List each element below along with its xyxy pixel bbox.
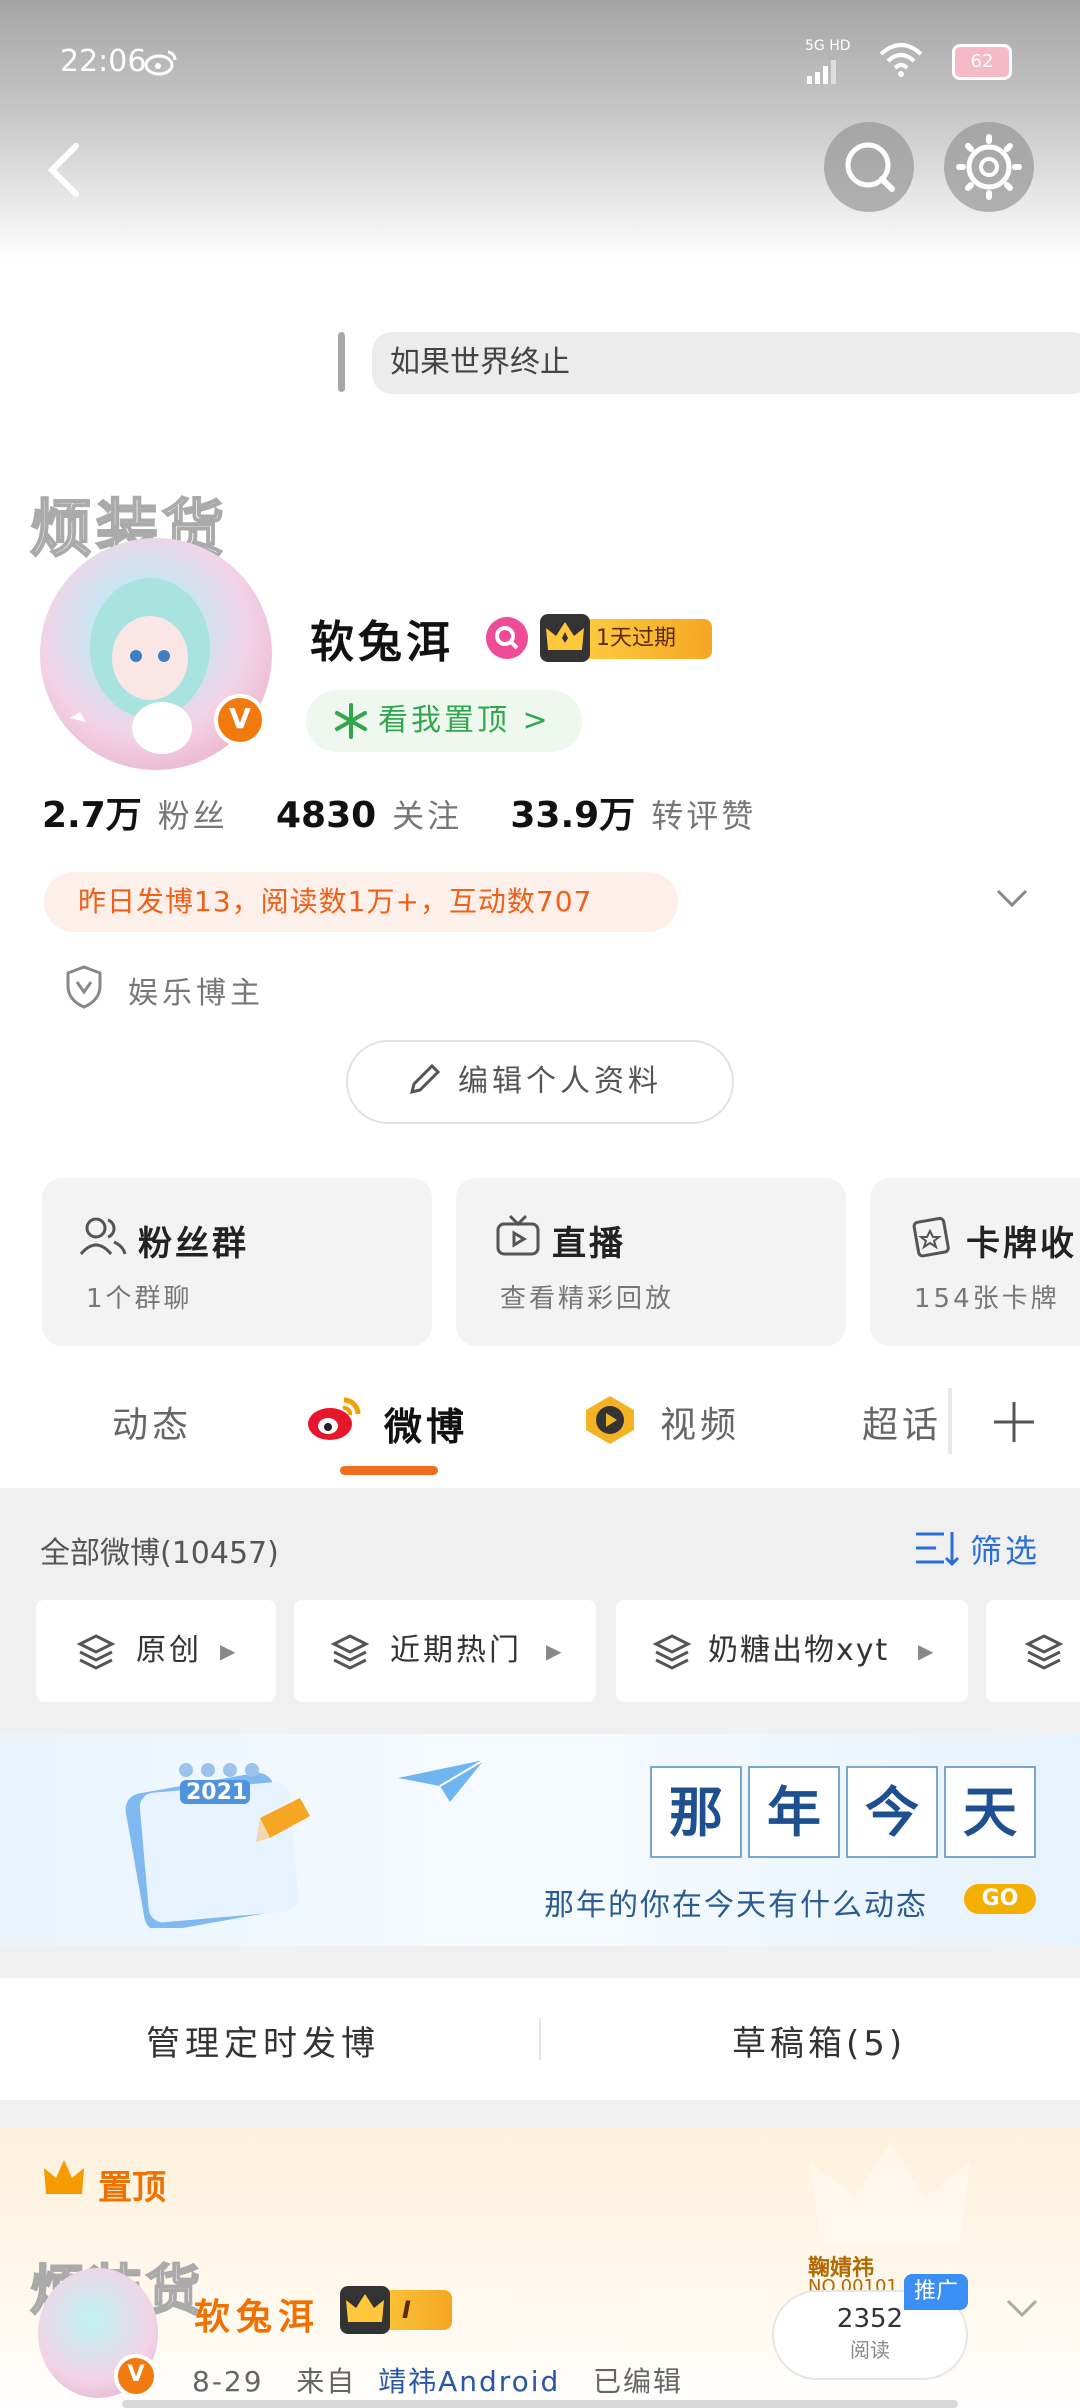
active-tab-indicator	[340, 1466, 438, 1475]
cards-card[interactable]: 卡牌收 154张卡牌	[870, 1178, 1080, 1346]
tab-weibo[interactable]: 微博	[384, 1396, 468, 1451]
weibo-logo-icon	[306, 1394, 362, 1448]
banner-char-1: 那	[650, 1766, 742, 1858]
home-indicator[interactable]	[122, 2400, 958, 2408]
pinned-title: 置顶	[98, 2168, 166, 2208]
read-label: 阅读	[850, 2338, 890, 2362]
search-button[interactable]	[824, 122, 914, 212]
chip-original[interactable]: 原创 ▶	[36, 1600, 276, 1702]
all-weibo-label: 全部微博(10457)	[40, 1536, 279, 1571]
group-icon	[79, 1217, 127, 1255]
pin-link-label: 看我置顶 >	[378, 703, 551, 738]
yesterday-summary[interactable]: 昨日发博13，阅读数1万+，互动数707	[44, 872, 678, 932]
paper-plane-icon	[396, 1758, 486, 1808]
card-title: 粉丝群	[138, 1224, 249, 1264]
likes-label: 转评赞	[651, 797, 757, 835]
post-edited: 已编辑	[593, 2365, 684, 2398]
card-sub: 1个群聊	[86, 1284, 193, 1314]
likes-count[interactable]: 33.9万	[510, 795, 635, 836]
card-title: 直播	[552, 1224, 626, 1264]
tab-supertopic[interactable]: 超话	[862, 1396, 942, 1448]
chip-recent-hot[interactable]: 近期热门 ▶	[294, 1600, 596, 1702]
banner-char-4: 天	[944, 1766, 1036, 1858]
chip-nougat[interactable]: 奶糖出物xyt ▶	[616, 1600, 968, 1702]
section-separator	[0, 2100, 1080, 2128]
caret-right-icon: ▶	[918, 1639, 937, 1663]
post-meta: 8-29 来自 靖祎Android 已编辑	[192, 2360, 683, 2400]
follow-label: 关注	[392, 797, 463, 835]
scheduled-posts-button[interactable]: 管理定时发博	[146, 2016, 380, 2065]
filter-button[interactable]: 筛选	[970, 1526, 1040, 1572]
post-crown-icon	[340, 2286, 390, 2334]
battery-icon: 62	[952, 44, 1012, 80]
post-from: 来自	[296, 2365, 357, 2398]
pin-crown-icon	[40, 2156, 88, 2204]
snowflake-icon	[332, 702, 370, 744]
signal-icon: 5G HD	[805, 38, 851, 86]
chevron-down-icon[interactable]	[994, 886, 1030, 914]
tab-divider	[948, 1388, 952, 1454]
fan-badge-icon[interactable]	[486, 617, 528, 659]
chip-label: 近期热门	[390, 1633, 522, 1668]
go-button[interactable]: GO	[964, 1884, 1036, 1914]
manage-divider	[539, 2018, 541, 2060]
caret-right-icon: ▶	[546, 1639, 565, 1663]
fans-label: 粉丝	[157, 797, 228, 835]
settings-button[interactable]	[944, 122, 1034, 212]
fans-count[interactable]: 2.7万	[42, 795, 142, 836]
card-icon	[912, 1216, 950, 1258]
wifi-icon	[878, 40, 924, 80]
card-sub: 查看精彩回放	[500, 1284, 675, 1314]
category-label[interactable]: 娱乐博主	[128, 968, 264, 1012]
profile-header-bg	[0, 0, 1080, 260]
chip-label: 奶糖出物xyt	[708, 1633, 890, 1668]
follow-count[interactable]: 4830	[276, 795, 376, 836]
post-author-name[interactable]: 软兔洱	[194, 2288, 320, 2340]
back-button[interactable]	[42, 140, 86, 200]
pencil-icon	[406, 1062, 442, 1102]
filter-icon[interactable]	[914, 1528, 960, 1572]
card-sub: 154张卡牌	[914, 1284, 1060, 1314]
profile-stats: 2.7万 粉丝 4830 关注 33.9万 转评赞	[42, 786, 794, 838]
drafts-button[interactable]: 草稿箱(5)	[732, 2016, 906, 2065]
tab-video[interactable]: 视频	[660, 1396, 740, 1448]
post-verified-badge: V	[114, 2354, 158, 2398]
tab-dynamic[interactable]: 动态	[112, 1396, 192, 1448]
verified-badge: V	[214, 694, 266, 746]
layers-icon	[76, 1634, 116, 1670]
fan-group-card[interactable]: 粉丝群 1个群聊	[42, 1178, 432, 1346]
caret-right-icon: ▶	[220, 1639, 239, 1663]
search-icon	[845, 142, 895, 192]
crown-watermark-icon	[800, 2132, 980, 2266]
layers-icon	[330, 1634, 370, 1670]
chip-more[interactable]	[986, 1600, 1080, 1702]
banner-char-3: 今	[846, 1766, 938, 1858]
gear-icon	[956, 134, 1022, 200]
layers-icon	[652, 1634, 692, 1670]
banner-char-2: 年	[748, 1766, 840, 1858]
tv-icon	[496, 1214, 540, 1256]
add-tab-icon[interactable]	[990, 1398, 1038, 1450]
card-title: 卡牌收	[966, 1224, 1077, 1264]
status-time: 22:06	[60, 44, 147, 79]
banner-subtitle: 那年的你在今天有什么动态	[544, 1888, 928, 1923]
promo-badge[interactable]: 推广	[904, 2274, 968, 2310]
post-menu-chevron-icon[interactable]	[1004, 2296, 1040, 2324]
edit-profile-label: 编辑个人资料	[458, 1064, 662, 1099]
video-icon	[582, 1394, 638, 1450]
chip-label: 原创	[136, 1633, 202, 1668]
edit-profile-button[interactable]: 编辑个人资料	[346, 1040, 734, 1124]
shield-icon	[64, 964, 104, 1014]
quote-bar	[338, 332, 345, 392]
banner-year: 2021	[186, 1780, 248, 1805]
weibo-status-icon	[144, 48, 178, 82]
crown-icon	[540, 614, 590, 662]
post-source[interactable]: 靖祎Android	[378, 2365, 560, 2398]
profile-name: 软兔洱	[310, 617, 454, 668]
signature-quote[interactable]: 如果世界终止	[372, 332, 1080, 394]
live-card[interactable]: 直播 查看精彩回放	[456, 1178, 846, 1346]
post-date: 8-29	[192, 2365, 264, 2398]
layers-icon	[1024, 1634, 1064, 1670]
